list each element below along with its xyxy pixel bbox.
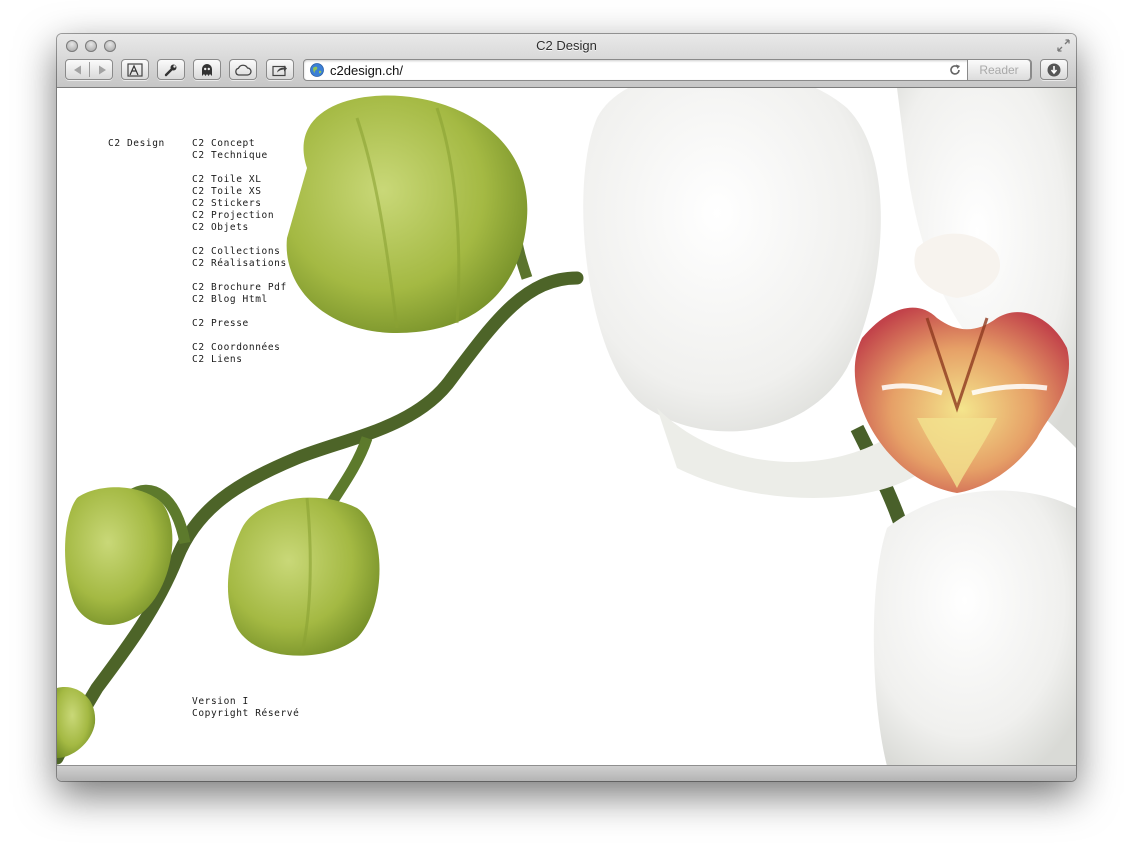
back-forward-buttons: [65, 59, 113, 80]
version-text: Version I: [192, 696, 249, 707]
back-icon: [73, 65, 81, 74]
nav-item-presse[interactable]: C2 Presse: [192, 318, 249, 330]
nav-item-collections[interactable]: C2 Collections: [192, 246, 280, 258]
nav-item-toile-xs[interactable]: C2 Toile XS: [192, 186, 262, 198]
extension-wrench-button[interactable]: [157, 59, 185, 80]
forward-icon: [98, 65, 106, 74]
browser-window: C2 Design c2design.ch/ Reader C2 Design …: [57, 34, 1076, 781]
nav-item-concept[interactable]: C2 Concept: [192, 138, 255, 150]
icloud-tabs-button[interactable]: [229, 59, 257, 80]
nav-item-coordonnees[interactable]: C2 Coordonnées: [192, 342, 280, 354]
downloads-button[interactable]: [1040, 59, 1068, 80]
share-button[interactable]: [266, 59, 294, 80]
nav-item-objets[interactable]: C2 Objets: [192, 222, 249, 234]
nav-item-stickers[interactable]: C2 Stickers: [192, 198, 262, 210]
globe-icon: [310, 63, 324, 77]
cloud-icon: [235, 64, 252, 76]
status-bar: [57, 765, 1076, 781]
download-icon: [1047, 63, 1061, 76]
tower-icon: [127, 62, 143, 77]
reload-icon[interactable]: [948, 63, 962, 77]
nav-item-toile-xl[interactable]: C2 Toile XL: [192, 174, 262, 186]
browser-toolbar: C2 Design c2design.ch/ Reader: [57, 34, 1076, 88]
copyright-text: Copyright Réservé: [192, 708, 300, 719]
window-title: C2 Design: [536, 38, 597, 53]
forward-button[interactable]: [90, 60, 113, 79]
nav-item-liens[interactable]: C2 Liens: [192, 354, 243, 366]
nav-item-brochure-pdf[interactable]: C2 Brochure Pdf: [192, 282, 287, 294]
nav-item-blog-html[interactable]: C2 Blog Html: [192, 294, 268, 306]
address-bar[interactable]: c2design.ch/ Reader: [303, 59, 1032, 81]
wrench-icon: [164, 64, 177, 76]
extension-tower-button[interactable]: [121, 59, 149, 80]
back-button[interactable]: [66, 60, 89, 79]
site-brand[interactable]: C2 Design: [108, 138, 165, 150]
extension-ghost-button[interactable]: [193, 59, 221, 80]
nav-item-projection[interactable]: C2 Projection: [192, 210, 274, 222]
nav-item-realisations[interactable]: C2 Réalisations: [192, 258, 287, 270]
fullscreen-icon[interactable]: [1057, 39, 1070, 52]
reader-button[interactable]: Reader: [967, 59, 1031, 81]
web-page-content: C2 Design C2 Concept C2 Technique C2 Toi…: [57, 88, 1076, 766]
ghost-icon: [202, 63, 212, 76]
nav-item-technique[interactable]: C2 Technique: [192, 150, 268, 162]
url-text[interactable]: c2design.ch/: [330, 63, 403, 78]
share-icon: [272, 65, 287, 76]
